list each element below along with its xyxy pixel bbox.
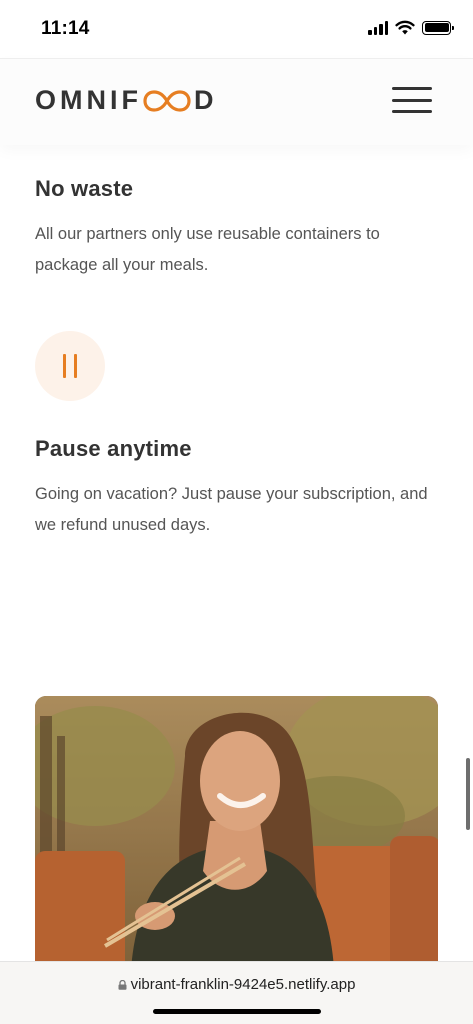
lock-icon [118, 979, 127, 990]
site-header: OMNIF D [0, 58, 473, 145]
feature-title: No waste [35, 176, 134, 201]
feature-pause-anytime: Pause anytime Going on vacation? Just pa… [35, 436, 445, 541]
browser-url-bar[interactable]: vibrant-franklin-9424e5.netlify.app [0, 961, 473, 1024]
page-scrollbar[interactable] [466, 758, 470, 830]
status-icons [368, 20, 454, 35]
feature-title: Pause anytime [35, 436, 192, 461]
feature-text: Going on vacation? Just pause your subsc… [35, 485, 428, 534]
omnifood-logo[interactable]: OMNIF D [35, 85, 218, 116]
woman-eating-photo [35, 696, 438, 996]
battery-icon [422, 20, 454, 35]
status-bar: 11:14 [0, 0, 473, 58]
logo-text-left: OMNIF [35, 85, 142, 115]
feature-text: All our partners only use reusable conta… [35, 225, 380, 274]
hamburger-menu-icon[interactable] [392, 87, 432, 113]
url-row[interactable]: vibrant-franklin-9424e5.netlify.app [0, 976, 473, 993]
cellular-signal-icon [368, 20, 388, 35]
status-time: 11:14 [41, 18, 90, 39]
wifi-icon [395, 20, 415, 35]
home-indicator [153, 1009, 321, 1014]
testimonial-photo [35, 696, 438, 996]
feature-no-waste: No waste All our partners only use reusa… [35, 176, 445, 281]
pause-icon [35, 331, 105, 401]
infinity-logo-icon [143, 89, 191, 112]
url-text: vibrant-franklin-9424e5.netlify.app [130, 976, 356, 993]
logo-text-right: D [194, 85, 218, 115]
